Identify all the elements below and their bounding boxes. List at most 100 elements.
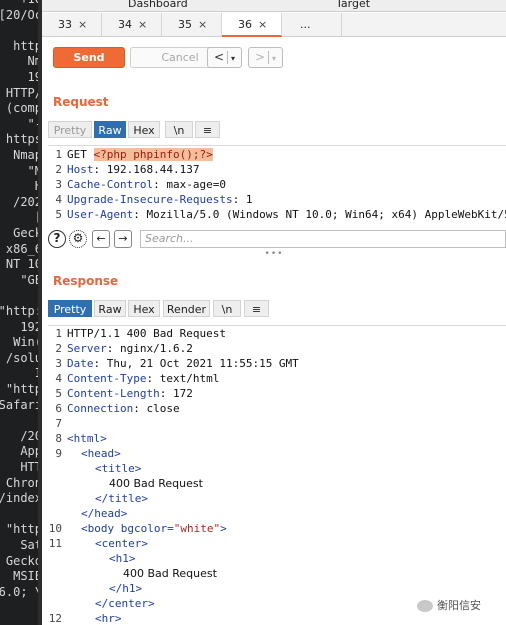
request-tab-hex[interactable]: Hex	[128, 121, 160, 138]
line-number: 1	[55, 327, 62, 340]
arrow-right-icon[interactable]: →	[114, 230, 132, 248]
header-value: Mozilla/5.0 (Windows NT 10.0; Win64; x64…	[139, 208, 506, 221]
close-icon[interactable]: ×	[138, 13, 147, 37]
line-number: 6	[55, 402, 62, 415]
body-tag: <body bgcolor="white">	[81, 522, 227, 535]
repeater-tabs: 33 × 34 × 35 × 36 × ...	[42, 13, 506, 37]
header-line: Content-Length: 172	[67, 387, 193, 400]
arrow-left-icon[interactable]: ←	[92, 230, 110, 248]
http-method: GET	[67, 148, 87, 161]
response-editor[interactable]: 1 HTTP/1.1 400 Bad Request 2 Server: ngi…	[48, 325, 506, 625]
close-icon[interactable]: ×	[258, 13, 267, 37]
repeater-tab-33[interactable]: 33 ×	[42, 13, 102, 37]
header-value: nginx/1.6.2	[113, 342, 193, 355]
html-tag: <html>	[67, 432, 107, 445]
line-number: 7	[55, 417, 62, 430]
header-line: User-Agent: Mozilla/5.0 (Windows NT 10.0…	[67, 208, 506, 221]
response-newline-toggle[interactable]: \n	[213, 300, 241, 317]
repeater-tab-more[interactable]: ...	[282, 13, 342, 37]
title-tag: <title>	[95, 462, 142, 475]
request-line: GET <?php phpinfo();?>	[67, 148, 213, 161]
nav-target[interactable]: Target	[336, 0, 370, 10]
send-button[interactable]: Send	[53, 47, 125, 68]
title-close-tag: </title>	[95, 492, 148, 505]
menu-icon[interactable]: ≡	[195, 121, 220, 138]
line-number: 5	[55, 208, 62, 221]
terminal-line: "http	[5, 522, 42, 537]
tab-label: 34	[118, 18, 132, 31]
repeater-tab-36[interactable]: 36 ×	[222, 13, 282, 37]
history-back-button[interactable]: < ▾	[207, 47, 242, 68]
nav-dashboard[interactable]: Dashboard	[128, 0, 188, 10]
header-line: Upgrade-Insecure-Requests: 1	[67, 193, 253, 206]
terminal-line: HTTP/	[5, 85, 42, 100]
header-name: Date	[67, 357, 94, 370]
history-forward-button[interactable]: > ▾	[248, 47, 283, 68]
terminal-line: "http:	[0, 304, 42, 318]
header-value: 1	[239, 193, 253, 206]
chevron-left-icon: <	[213, 50, 225, 64]
header-line: Host: 192.168.44.137	[67, 163, 200, 176]
center-close-tag: </center>	[95, 597, 155, 610]
line-number: 1	[55, 148, 62, 161]
line-number: 9	[55, 447, 62, 460]
response-tab-pretty[interactable]: Pretty	[48, 300, 92, 317]
terminal-line: x86_6	[5, 241, 42, 256]
request-title: Request	[53, 95, 109, 109]
response-tab-render[interactable]: Render	[163, 300, 210, 317]
close-icon[interactable]: ×	[198, 13, 207, 37]
repeater-tab-34[interactable]: 34 ×	[102, 13, 162, 37]
header-name: Cache-Control	[67, 178, 154, 191]
line-number: 3	[55, 357, 62, 370]
response-tab-hex[interactable]: Hex	[128, 300, 160, 317]
tab-label: 36	[238, 18, 252, 31]
close-icon[interactable]: ×	[78, 13, 87, 37]
watermark: 衡阳信安	[417, 597, 481, 613]
gear-icon[interactable]: ⚙	[69, 230, 87, 248]
header-name: Connection	[67, 402, 134, 415]
line-number: 3	[55, 178, 62, 191]
request-editor[interactable]: 1 GET <?php phpinfo();?> 2 Host: 192.168…	[48, 145, 506, 227]
header-value: 192.168.44.137	[100, 163, 200, 176]
line-number: 4	[55, 372, 62, 385]
header-line: Content-Type: text/html	[67, 372, 220, 385]
split-pane-handle[interactable]: •••	[42, 250, 506, 259]
search-input[interactable]: Search...	[140, 230, 506, 248]
title-text: 400 Bad Request	[109, 477, 203, 490]
repeater-tab-35[interactable]: 35 ×	[162, 13, 222, 37]
header-name: Server	[67, 342, 107, 355]
terminal-line: /solu	[5, 350, 42, 365]
response-tab-raw[interactable]: Raw	[94, 300, 126, 317]
request-newline-toggle[interactable]: \n	[165, 121, 193, 138]
header-line: Connection: close	[67, 402, 180, 415]
tab-label: ...	[300, 18, 311, 31]
line-number: 12	[48, 612, 62, 625]
dropdown-arrow-icon[interactable]: ▾	[231, 54, 235, 63]
dropdown-arrow-icon[interactable]: ▾	[272, 54, 276, 63]
top-nav: Dashboard Target	[42, 0, 506, 12]
h1-close-tag: </h1>	[109, 582, 143, 595]
tab-label: 33	[58, 18, 72, 31]
request-tab-raw[interactable]: Raw	[94, 121, 126, 138]
help-icon[interactable]: ?	[48, 230, 66, 248]
watermark-text: 衡阳信安	[437, 599, 481, 612]
terminal-line: Gecko	[5, 553, 42, 568]
line-number: 4	[55, 193, 62, 206]
line-number: 8	[55, 432, 62, 445]
header-value: max-age=0	[159, 178, 226, 191]
terminal-background: +10[20/OchttpNm19HTTP/(comp"-httpsNmap"M…	[0, 0, 42, 625]
request-tab-pretty[interactable]: Pretty	[48, 121, 92, 138]
terminal-line: Safari	[0, 397, 42, 412]
tab-label: 35	[178, 18, 192, 31]
wechat-icon	[417, 600, 433, 612]
terminal-line: /index	[0, 491, 42, 506]
terminal-line: 6.0; \	[0, 584, 42, 599]
menu-icon[interactable]: ≡	[244, 300, 269, 317]
repeater-panel: Dashboard Target 33 × 34 × 35 × 36 × ...…	[42, 0, 506, 625]
line-number: 10	[48, 522, 62, 535]
header-name: Host	[67, 163, 94, 176]
h1-tag: <h1>	[109, 552, 136, 565]
chevron-right-icon: >	[254, 50, 266, 64]
header-name: Content-Length	[67, 387, 160, 400]
status-line: HTTP/1.1 400 Bad Request	[67, 327, 226, 340]
